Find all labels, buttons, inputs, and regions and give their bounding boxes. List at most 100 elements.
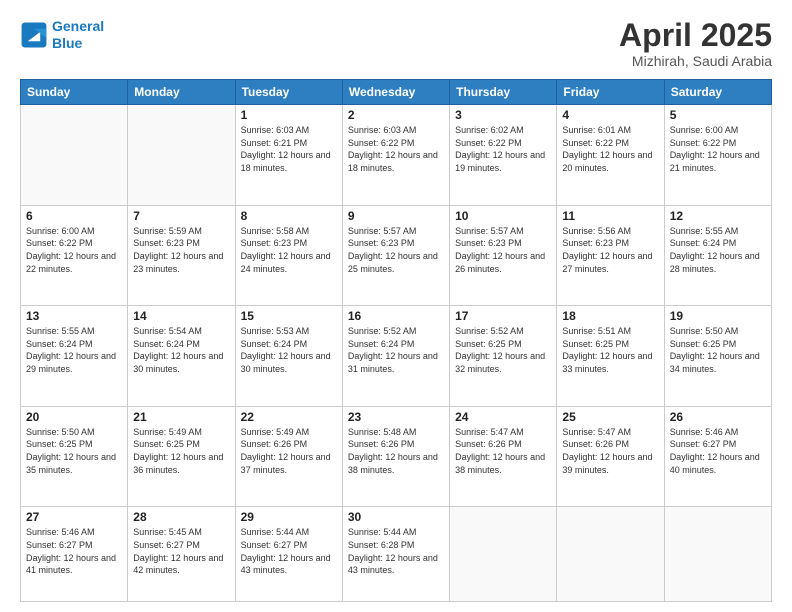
day-info: Sunrise: 5:46 AM Sunset: 6:27 PM Dayligh… (26, 526, 122, 576)
weekday-header-row: SundayMondayTuesdayWednesdayThursdayFrid… (21, 80, 772, 105)
week-row-2: 6Sunrise: 6:00 AM Sunset: 6:22 PM Daylig… (21, 205, 772, 306)
day-number: 29 (241, 510, 337, 524)
day-info: Sunrise: 6:03 AM Sunset: 6:22 PM Dayligh… (348, 124, 444, 174)
logo-text: General Blue (52, 18, 104, 52)
page: General Blue April 2025 Mizhirah, Saudi … (0, 0, 792, 612)
day-info: Sunrise: 5:47 AM Sunset: 6:26 PM Dayligh… (455, 426, 551, 476)
day-info: Sunrise: 5:57 AM Sunset: 6:23 PM Dayligh… (348, 225, 444, 275)
day-number: 12 (670, 209, 766, 223)
day-number: 8 (241, 209, 337, 223)
calendar-cell: 11 Sunrise: 5:56 AM Sunset: 6:23 PM Dayli… (557, 205, 664, 306)
day-number: 17 (455, 309, 551, 323)
day-number: 10 (455, 209, 551, 223)
weekday-header-friday: Friday (557, 80, 664, 105)
calendar-cell: 21 Sunrise: 5:49 AM Sunset: 6:25 PM Dayli… (128, 406, 235, 507)
day-number: 4 (562, 108, 658, 122)
calendar-cell: 8 Sunrise: 5:58 AM Sunset: 6:23 PM Daylig… (235, 205, 342, 306)
calendar-cell (450, 507, 557, 602)
calendar-cell: 7 Sunrise: 5:59 AM Sunset: 6:23 PM Daylig… (128, 205, 235, 306)
calendar-cell: 23 Sunrise: 5:48 AM Sunset: 6:26 PM Dayli… (342, 406, 449, 507)
week-row-3: 13Sunrise: 5:55 AM Sunset: 6:24 PM Dayli… (21, 306, 772, 407)
day-info: Sunrise: 5:48 AM Sunset: 6:26 PM Dayligh… (348, 426, 444, 476)
calendar-cell: 3 Sunrise: 6:02 AM Sunset: 6:22 PM Daylig… (450, 105, 557, 206)
logo-line1: General (52, 18, 104, 34)
calendar-cell: 2 Sunrise: 6:03 AM Sunset: 6:22 PM Daylig… (342, 105, 449, 206)
weekday-header-sunday: Sunday (21, 80, 128, 105)
day-number: 9 (348, 209, 444, 223)
day-number: 25 (562, 410, 658, 424)
day-number: 2 (348, 108, 444, 122)
day-info: Sunrise: 5:56 AM Sunset: 6:23 PM Dayligh… (562, 225, 658, 275)
calendar-cell: 4 Sunrise: 6:01 AM Sunset: 6:22 PM Daylig… (557, 105, 664, 206)
header: General Blue April 2025 Mizhirah, Saudi … (20, 18, 772, 69)
day-number: 24 (455, 410, 551, 424)
day-info: Sunrise: 5:54 AM Sunset: 6:24 PM Dayligh… (133, 325, 229, 375)
week-row-4: 20 Sunrise: 5:50 AM Sunset: 6:25 PM Dayli… (21, 406, 772, 507)
weekday-header-monday: Monday (128, 80, 235, 105)
day-number: 3 (455, 108, 551, 122)
weekday-header-saturday: Saturday (664, 80, 771, 105)
subtitle: Mizhirah, Saudi Arabia (619, 53, 772, 69)
title-block: April 2025 Mizhirah, Saudi Arabia (619, 18, 772, 69)
calendar-cell: 9 Sunrise: 5:57 AM Sunset: 6:23 PM Daylig… (342, 205, 449, 306)
day-number: 23 (348, 410, 444, 424)
calendar-cell: 25 Sunrise: 5:47 AM Sunset: 6:26 PM Dayli… (557, 406, 664, 507)
day-number: 28 (133, 510, 229, 524)
calendar-cell: 13Sunrise: 5:55 AM Sunset: 6:24 PM Dayli… (21, 306, 128, 407)
calendar-cell: 26 Sunrise: 5:46 AM Sunset: 6:27 PM Dayli… (664, 406, 771, 507)
day-info: Sunrise: 5:59 AM Sunset: 6:23 PM Dayligh… (133, 225, 229, 275)
calendar-cell (128, 105, 235, 206)
calendar-cell (21, 105, 128, 206)
day-info: Sunrise: 5:58 AM Sunset: 6:23 PM Dayligh… (241, 225, 337, 275)
day-info: Sunrise: 6:02 AM Sunset: 6:22 PM Dayligh… (455, 124, 551, 174)
calendar-cell: 28 Sunrise: 5:45 AM Sunset: 6:27 PM Dayli… (128, 507, 235, 602)
calendar-cell: 5Sunrise: 6:00 AM Sunset: 6:22 PM Daylig… (664, 105, 771, 206)
calendar-cell: 10Sunrise: 5:57 AM Sunset: 6:23 PM Dayli… (450, 205, 557, 306)
day-info: Sunrise: 5:51 AM Sunset: 6:25 PM Dayligh… (562, 325, 658, 375)
day-info: Sunrise: 5:53 AM Sunset: 6:24 PM Dayligh… (241, 325, 337, 375)
day-info: Sunrise: 5:44 AM Sunset: 6:28 PM Dayligh… (348, 526, 444, 576)
day-info: Sunrise: 5:52 AM Sunset: 6:25 PM Dayligh… (455, 325, 551, 375)
calendar-cell: 30Sunrise: 5:44 AM Sunset: 6:28 PM Dayli… (342, 507, 449, 602)
day-number: 7 (133, 209, 229, 223)
calendar-table: SundayMondayTuesdayWednesdayThursdayFrid… (20, 79, 772, 602)
day-number: 19 (670, 309, 766, 323)
calendar-cell: 27 Sunrise: 5:46 AM Sunset: 6:27 PM Dayli… (21, 507, 128, 602)
calendar-cell: 20 Sunrise: 5:50 AM Sunset: 6:25 PM Dayli… (21, 406, 128, 507)
calendar-cell: 1Sunrise: 6:03 AM Sunset: 6:21 PM Daylig… (235, 105, 342, 206)
weekday-header-thursday: Thursday (450, 80, 557, 105)
day-info: Sunrise: 5:47 AM Sunset: 6:26 PM Dayligh… (562, 426, 658, 476)
day-number: 14 (133, 309, 229, 323)
calendar-cell: 15 Sunrise: 5:53 AM Sunset: 6:24 PM Dayli… (235, 306, 342, 407)
calendar-cell: 6Sunrise: 6:00 AM Sunset: 6:22 PM Daylig… (21, 205, 128, 306)
day-info: Sunrise: 5:50 AM Sunset: 6:25 PM Dayligh… (670, 325, 766, 375)
day-info: Sunrise: 5:55 AM Sunset: 6:24 PM Dayligh… (26, 325, 122, 375)
day-info: Sunrise: 5:50 AM Sunset: 6:25 PM Dayligh… (26, 426, 122, 476)
day-number: 18 (562, 309, 658, 323)
logo: General Blue (20, 18, 104, 52)
day-info: Sunrise: 5:49 AM Sunset: 6:26 PM Dayligh… (241, 426, 337, 476)
day-number: 26 (670, 410, 766, 424)
day-number: 20 (26, 410, 122, 424)
day-number: 27 (26, 510, 122, 524)
day-number: 21 (133, 410, 229, 424)
calendar-cell: 17 Sunrise: 5:52 AM Sunset: 6:25 PM Dayli… (450, 306, 557, 407)
calendar-cell: 24 Sunrise: 5:47 AM Sunset: 6:26 PM Dayli… (450, 406, 557, 507)
calendar-cell: 12Sunrise: 5:55 AM Sunset: 6:24 PM Dayli… (664, 205, 771, 306)
day-info: Sunrise: 5:45 AM Sunset: 6:27 PM Dayligh… (133, 526, 229, 576)
day-info: Sunrise: 5:46 AM Sunset: 6:27 PM Dayligh… (670, 426, 766, 476)
day-info: Sunrise: 6:00 AM Sunset: 6:22 PM Dayligh… (26, 225, 122, 275)
weekday-header-wednesday: Wednesday (342, 80, 449, 105)
day-number: 11 (562, 209, 658, 223)
day-info: Sunrise: 5:52 AM Sunset: 6:24 PM Dayligh… (348, 325, 444, 375)
weekday-header-tuesday: Tuesday (235, 80, 342, 105)
calendar-cell (557, 507, 664, 602)
day-info: Sunrise: 5:49 AM Sunset: 6:25 PM Dayligh… (133, 426, 229, 476)
day-number: 1 (241, 108, 337, 122)
logo-line2: Blue (52, 35, 82, 51)
calendar-cell: 14 Sunrise: 5:54 AM Sunset: 6:24 PM Dayli… (128, 306, 235, 407)
day-number: 15 (241, 309, 337, 323)
calendar-cell: 29 Sunrise: 5:44 AM Sunset: 6:27 PM Dayli… (235, 507, 342, 602)
day-info: Sunrise: 6:01 AM Sunset: 6:22 PM Dayligh… (562, 124, 658, 174)
day-info: Sunrise: 5:44 AM Sunset: 6:27 PM Dayligh… (241, 526, 337, 576)
